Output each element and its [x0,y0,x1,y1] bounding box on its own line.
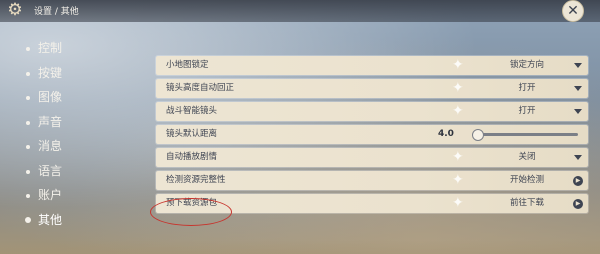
sparkle-icon: ✦ [452,172,464,188]
sidebar-item-label: 账户 [38,188,63,202]
sidebar-item-keys[interactable]: 按键 [0,61,120,86]
red-highlight-annotation [150,198,232,226]
sidebar-item-controls[interactable]: 控制 [0,36,120,61]
sidebar-item-language[interactable]: 语言 [0,159,120,184]
setting-label: 战斗智能镜头 [166,106,218,116]
sidebar-item-label: 语言 [38,163,63,178]
sidebar: 控制 按键 图像 声音 消息 语言 账户 其他 [0,36,120,232]
combat-smart-camera-dropdown[interactable]: 打开 [472,102,582,121]
setting-row-camera-auto-reset[interactable]: 镜头高度自动回正 ✦ 打开 [156,79,588,98]
dropdown-arrow-icon[interactable] [574,155,582,160]
setting-row-minimap-lock[interactable]: 小地图锁定 ✦ 锁定方向 [156,56,588,75]
play-arrow-icon[interactable]: ▶ [573,199,583,209]
camera-auto-reset-dropdown[interactable]: 打开 [472,79,582,98]
sidebar-item-account[interactable]: 账户 [0,183,120,208]
sidebar-item-other[interactable]: 其他 [0,208,120,233]
top-bar: ⚙ 设置 / 其他 ✕ [0,0,600,22]
close-icon[interactable]: ✕ [562,0,584,22]
breadcrumb: 设置 / 其他 [34,7,79,17]
dropdown-arrow-icon[interactable] [574,63,582,68]
setting-label: 小地图锁定 [166,60,209,70]
setting-label: 自动播放剧情 [166,152,218,162]
setting-row-auto-play-story[interactable]: 自动播放剧情 ✦ 关闭 [156,148,588,167]
sidebar-item-label: 消息 [38,139,63,153]
setting-row-camera-distance[interactable]: 镜头默认距离 4.0 [156,125,588,144]
bullet-icon [26,145,30,149]
setting-row-combat-smart-camera[interactable]: 战斗智能镜头 ✦ 打开 [156,102,588,121]
play-arrow-icon[interactable]: ▶ [573,176,583,186]
bullet-icon [26,96,30,100]
sidebar-item-label: 声音 [38,114,63,129]
sparkle-icon: ✦ [452,103,464,119]
sidebar-item-label: 图像 [38,90,63,104]
settings-list: 小地图锁定 ✦ 锁定方向 镜头高度自动回正 ✦ 打开 战斗智能镜头 ✦ 打开 镜… [156,56,588,217]
bullet-icon [26,47,30,51]
gear-icon: ⚙ [7,0,23,20]
sparkle-icon: ✦ [452,57,464,73]
sidebar-item-label: 其他 [38,212,63,227]
camera-distance-value: 4.0 [438,129,454,139]
minimap-lock-dropdown[interactable]: 锁定方向 [472,56,582,75]
slider-handle[interactable] [472,129,484,141]
setting-row-check-resources[interactable]: 检测资源完整性 ✦ 开始检测 ▶ [156,171,588,190]
sidebar-item-label: 控制 [38,41,63,55]
sidebar-item-graphics[interactable]: 图像 [0,85,120,110]
sparkle-icon: ✦ [452,80,464,96]
setting-label: 镜头默认距离 [166,129,218,139]
bullet-icon [25,216,31,223]
camera-distance-slider[interactable] [478,133,578,136]
go-download-button[interactable]: 前往下载 [472,194,582,213]
bullet-icon [26,71,30,76]
sidebar-item-label: 按键 [38,65,63,80]
sidebar-item-messages[interactable]: 消息 [0,134,120,159]
sidebar-item-audio[interactable]: 声音 [0,110,120,135]
bullet-icon [26,169,30,174]
setting-label: 检测资源完整性 [166,175,226,185]
background-ground [0,240,600,254]
start-check-button[interactable]: 开始检测 [472,171,582,190]
dropdown-arrow-icon[interactable] [574,109,582,114]
auto-play-story-dropdown[interactable]: 关闭 [472,148,582,167]
dropdown-arrow-icon[interactable] [574,86,582,91]
bullet-icon [26,194,30,198]
setting-label: 镜头高度自动回正 [166,83,235,93]
bullet-icon [26,120,30,125]
sparkle-icon: ✦ [452,149,464,165]
sparkle-icon: ✦ [452,195,464,211]
